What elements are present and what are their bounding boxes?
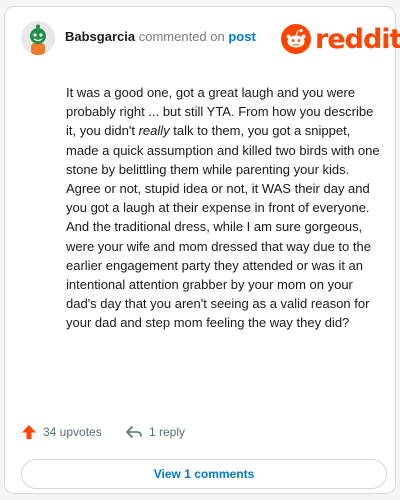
upvote-button[interactable]: 34 upvotes bbox=[21, 424, 102, 440]
comment-card: Babsgarcia commented on post reddit It w… bbox=[4, 6, 400, 494]
upvote-count: 34 upvotes bbox=[43, 425, 102, 439]
upvote-arrow-icon[interactable] bbox=[21, 424, 37, 440]
brand-name: reddit bbox=[315, 23, 400, 55]
snoo-avatar-icon bbox=[21, 21, 55, 55]
comment-actions: 34 upvotes 1 reply bbox=[21, 424, 387, 446]
comment-meta: Babsgarcia commented on post bbox=[65, 29, 256, 44]
post-link[interactable]: post bbox=[228, 29, 255, 44]
reply-arrow-icon bbox=[126, 426, 142, 438]
reply-count: 1 reply bbox=[149, 425, 186, 439]
reddit-logo[interactable]: reddit bbox=[281, 23, 400, 55]
comment-header: Babsgarcia commented on post reddit bbox=[21, 21, 400, 57]
action-text: commented on bbox=[138, 29, 225, 44]
view-comments-button[interactable]: View 1 comments bbox=[21, 459, 387, 489]
comment-body-end: talk to them, you got a snippet, made a … bbox=[66, 123, 380, 331]
comment-body: It was a good one, got a great laugh and… bbox=[66, 83, 381, 333]
author-name[interactable]: Babsgarcia bbox=[65, 29, 135, 44]
reply-button[interactable]: 1 reply bbox=[125, 424, 185, 440]
comment-body-emphasis: really bbox=[138, 123, 170, 139]
reddit-logo-icon bbox=[281, 24, 311, 54]
avatar[interactable] bbox=[21, 21, 55, 55]
